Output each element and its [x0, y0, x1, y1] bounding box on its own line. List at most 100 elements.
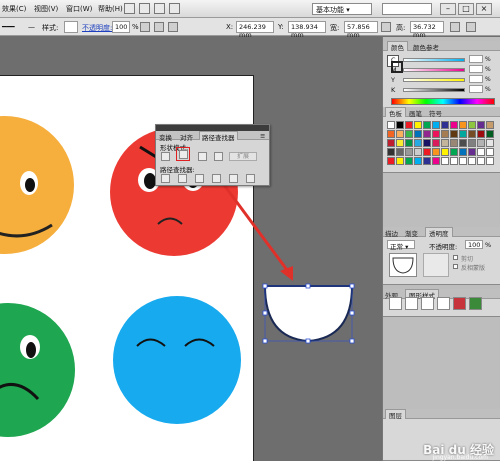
- swatch[interactable]: [468, 139, 476, 147]
- distribute-icon[interactable]: [168, 22, 178, 32]
- swatch[interactable]: [432, 157, 440, 165]
- swatch[interactable]: [414, 148, 422, 156]
- swatch[interactable]: [423, 139, 431, 147]
- invert-mask-checkbox[interactable]: [453, 264, 458, 269]
- color-spectrum[interactable]: [391, 98, 495, 105]
- graphic-style-swatch[interactable]: [469, 297, 482, 310]
- swatch[interactable]: [486, 148, 494, 156]
- swatch[interactable]: [423, 121, 431, 129]
- exclude-button[interactable]: [214, 152, 223, 161]
- swatch[interactable]: [450, 139, 458, 147]
- merge-button[interactable]: [195, 174, 204, 183]
- swatch[interactable]: [477, 148, 485, 156]
- tab-gradient[interactable]: 渐变: [405, 228, 418, 238]
- swatch[interactable]: [405, 121, 413, 129]
- swatch[interactable]: [441, 121, 449, 129]
- swatch[interactable]: [486, 139, 494, 147]
- swatch[interactable]: [477, 139, 485, 147]
- restore-button[interactable]: □: [458, 3, 474, 15]
- selection-handle[interactable]: [349, 338, 355, 344]
- bridge-icon[interactable]: [124, 3, 135, 14]
- isolate-icon[interactable]: [466, 22, 476, 32]
- canvas-area[interactable]: 变换 对齐 路径查找器 ≡ 形状模式: 扩展 路径查找器:: [0, 37, 382, 461]
- swatch[interactable]: [396, 139, 404, 147]
- swatch[interactable]: [423, 157, 431, 165]
- tab-symbols[interactable]: 符号: [429, 108, 442, 118]
- graphic-style-swatch[interactable]: [405, 297, 418, 310]
- swatch[interactable]: [450, 157, 458, 165]
- swatch[interactable]: [441, 130, 449, 138]
- swatch[interactable]: [387, 157, 395, 165]
- swatch[interactable]: [441, 148, 449, 156]
- tab-brushes[interactable]: 画笔: [409, 108, 422, 118]
- minus-back-button[interactable]: [246, 174, 255, 183]
- swatch[interactable]: [387, 139, 395, 147]
- expand-button[interactable]: 扩展: [229, 152, 257, 161]
- swatch[interactable]: [405, 148, 413, 156]
- swatch[interactable]: [396, 121, 404, 129]
- swatch[interactable]: [423, 130, 431, 138]
- constrain-proportions-icon[interactable]: [381, 22, 391, 32]
- align-icon[interactable]: [154, 22, 164, 32]
- width-field[interactable]: 57.856 mm: [344, 21, 378, 39]
- graphic-style-swatch[interactable]: [453, 297, 466, 310]
- selection-handle[interactable]: [262, 283, 268, 289]
- yellow-smiley[interactable]: [0, 116, 74, 254]
- swatch[interactable]: [468, 130, 476, 138]
- outline-button[interactable]: [229, 174, 238, 183]
- menu-effect[interactable]: 效果(C): [2, 4, 26, 14]
- swatch[interactable]: [396, 130, 404, 138]
- swatch[interactable]: [459, 139, 467, 147]
- trim-button[interactable]: [178, 174, 187, 183]
- magenta-slider[interactable]: M %: [391, 65, 493, 74]
- graphic-style-swatch[interactable]: [421, 297, 434, 310]
- close-button[interactable]: ×: [476, 3, 492, 15]
- intersect-button[interactable]: [198, 152, 207, 161]
- unite-button[interactable]: [161, 152, 170, 161]
- selection-handle[interactable]: [349, 310, 355, 316]
- swatch[interactable]: [414, 157, 422, 165]
- graphic-style-swatch[interactable]: [389, 297, 402, 310]
- transform-icon[interactable]: [450, 22, 460, 32]
- crop-button[interactable]: [212, 174, 221, 183]
- green-sad-face[interactable]: [0, 303, 75, 437]
- swatch[interactable]: [414, 139, 422, 147]
- swatch[interactable]: [396, 148, 404, 156]
- selection-handle[interactable]: [305, 283, 311, 289]
- swatch[interactable]: [468, 148, 476, 156]
- swatch[interactable]: [432, 139, 440, 147]
- selection-handle[interactable]: [262, 338, 268, 344]
- document-layout-icon[interactable]: [154, 3, 165, 14]
- swatch[interactable]: [432, 121, 440, 129]
- tab-color-guide[interactable]: 颜色参考: [413, 42, 439, 52]
- pathfinder-panel[interactable]: 变换 对齐 路径查找器 ≡ 形状模式: 扩展 路径查找器:: [155, 124, 270, 186]
- swatch[interactable]: [387, 130, 395, 138]
- swatch[interactable]: [450, 121, 458, 129]
- tab-swatches[interactable]: 色板: [385, 107, 406, 118]
- swatch[interactable]: [477, 157, 485, 165]
- settings-icon[interactable]: [169, 3, 180, 14]
- clip-checkbox[interactable]: [453, 255, 458, 260]
- graphic-style-swatch[interactable]: [437, 297, 450, 310]
- cyan-slider[interactable]: C %: [391, 55, 493, 64]
- minimize-button[interactable]: –: [440, 3, 456, 15]
- height-field[interactable]: 36.732 mm: [410, 21, 444, 39]
- swatch[interactable]: [459, 148, 467, 156]
- selection-handle[interactable]: [262, 310, 268, 316]
- y-field[interactable]: 138.934 mm: [288, 21, 326, 39]
- recolor-icon[interactable]: [140, 22, 150, 32]
- menu-help[interactable]: 帮助(H): [98, 4, 123, 14]
- swatch[interactable]: [459, 130, 467, 138]
- swatch[interactable]: [396, 157, 404, 165]
- swatch[interactable]: [450, 130, 458, 138]
- search-input[interactable]: [382, 3, 432, 15]
- swatch[interactable]: [414, 121, 422, 129]
- tab-color[interactable]: 颜色: [387, 41, 408, 52]
- workspace-select[interactable]: 基本功能 ▾: [312, 3, 372, 15]
- swatch[interactable]: [450, 148, 458, 156]
- selection-handle[interactable]: [305, 338, 311, 344]
- tab-layers[interactable]: 图层: [385, 409, 406, 420]
- swatch[interactable]: [423, 148, 431, 156]
- swatch[interactable]: [405, 139, 413, 147]
- style-select[interactable]: [64, 21, 78, 33]
